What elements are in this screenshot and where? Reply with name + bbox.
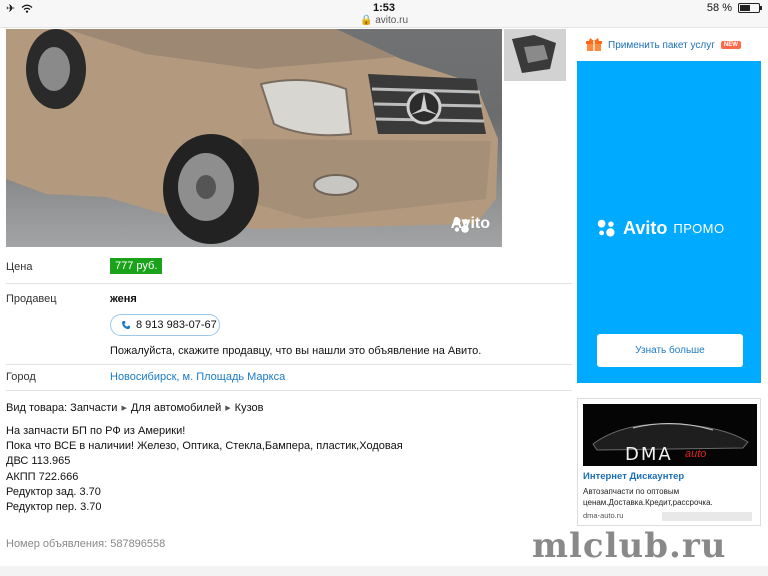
avito-logo-icon xyxy=(597,219,615,237)
battery-percent: 58 % xyxy=(706,2,732,14)
promo-logo: Avito ПРОМО xyxy=(595,217,725,239)
price-label: Цена xyxy=(6,261,33,273)
sidebar-ad[interactable]: DMA auto Интернет Дискаунтер Автозапчаст… xyxy=(577,398,761,526)
phone-icon xyxy=(122,321,130,330)
description-line: ДВС 113.965 xyxy=(6,455,71,468)
seller-note: Пожалуйста, скажите продавцу, что вы наш… xyxy=(110,345,482,357)
bottom-toolbar xyxy=(0,566,768,576)
city-link[interactable]: Новосибирск, м. Площадь Маркса xyxy=(110,371,285,383)
divider xyxy=(6,364,572,365)
breadcrumb-item[interactable]: Для автомобилей xyxy=(131,402,221,414)
status-bar: ✈ 1:53 🔒 avito.ru 58 % xyxy=(0,0,768,28)
address-bar[interactable]: 🔒 avito.ru xyxy=(0,15,768,26)
seller-label: Продавец xyxy=(6,293,57,305)
description-line: Редуктор зад. 3.70 xyxy=(6,485,101,498)
clock: 1:53 xyxy=(372,2,396,14)
apply-services-label: Применить пакет услуг xyxy=(608,39,715,51)
apply-services-link[interactable]: Применить пакет услуг NEW xyxy=(586,38,741,52)
city-label: Город xyxy=(6,371,36,383)
promo-word: ПРОМО xyxy=(673,220,725,236)
caret-right-icon: ▶ xyxy=(121,405,127,412)
avito-promo-banner[interactable]: Avito ПРОМО Узнать больше xyxy=(577,61,761,383)
ad-banner-sub: auto xyxy=(685,448,707,460)
site-watermark: mlclub.ru xyxy=(532,526,727,566)
phone-button[interactable]: 8 913 983-07-67 xyxy=(110,314,220,336)
learn-more-button[interactable]: Узнать больше xyxy=(597,334,743,367)
lock-icon: 🔒 xyxy=(359,15,373,26)
breadcrumb-item[interactable]: Кузов xyxy=(235,402,264,414)
avito-logo-icon xyxy=(453,217,469,233)
battery-icon xyxy=(738,3,762,13)
listing-photo[interactable]: Avito xyxy=(6,29,502,247)
description-line: На запчасти БП по РФ из Америки! xyxy=(6,425,186,437)
description-line: Пока что ВСЕ в наличии! Железо, Оптика, … xyxy=(6,440,403,453)
new-badge: NEW xyxy=(720,41,741,49)
description-line: Редуктор пер. 3.70 xyxy=(6,501,102,514)
caret-right-icon: ▶ xyxy=(225,405,231,412)
description-line: АКПП 722.666 xyxy=(6,470,79,483)
divider xyxy=(6,283,572,284)
listing-description: На запчасти БП по РФ из Америки! Пока чт… xyxy=(6,424,403,515)
ad-number: Номер объявления: 587896558 xyxy=(6,538,166,550)
ad-title[interactable]: Интернет Дискаунтер xyxy=(583,471,684,482)
photo-thumbnail[interactable] xyxy=(504,29,566,81)
promo-brand: Avito xyxy=(623,217,668,238)
url-text: avito.ru xyxy=(375,15,409,26)
ad-banner[interactable]: DMA auto xyxy=(583,404,757,466)
ad-text: Автозапчасти по оптовым ценам.Доставка.К… xyxy=(583,487,713,507)
phone-number: 8 913 983-07-67 xyxy=(136,319,217,331)
ad-domain[interactable]: dma-auto.ru xyxy=(583,511,623,520)
gift-box-icon xyxy=(586,38,602,51)
ad-banner-brand: DMA xyxy=(625,444,673,465)
seller-name[interactable]: женя xyxy=(110,293,137,305)
status-right: 58 % xyxy=(706,2,762,14)
breadcrumb-item[interactable]: Вид товара: Запчасти xyxy=(6,402,117,414)
breadcrumb: Вид товара: Запчасти ▶ Для автомобилей ▶… xyxy=(6,402,263,414)
ad-label xyxy=(662,512,752,521)
divider xyxy=(6,390,572,391)
price-badge: 777 руб. xyxy=(110,258,163,274)
photo-watermark: Avito xyxy=(451,215,490,233)
